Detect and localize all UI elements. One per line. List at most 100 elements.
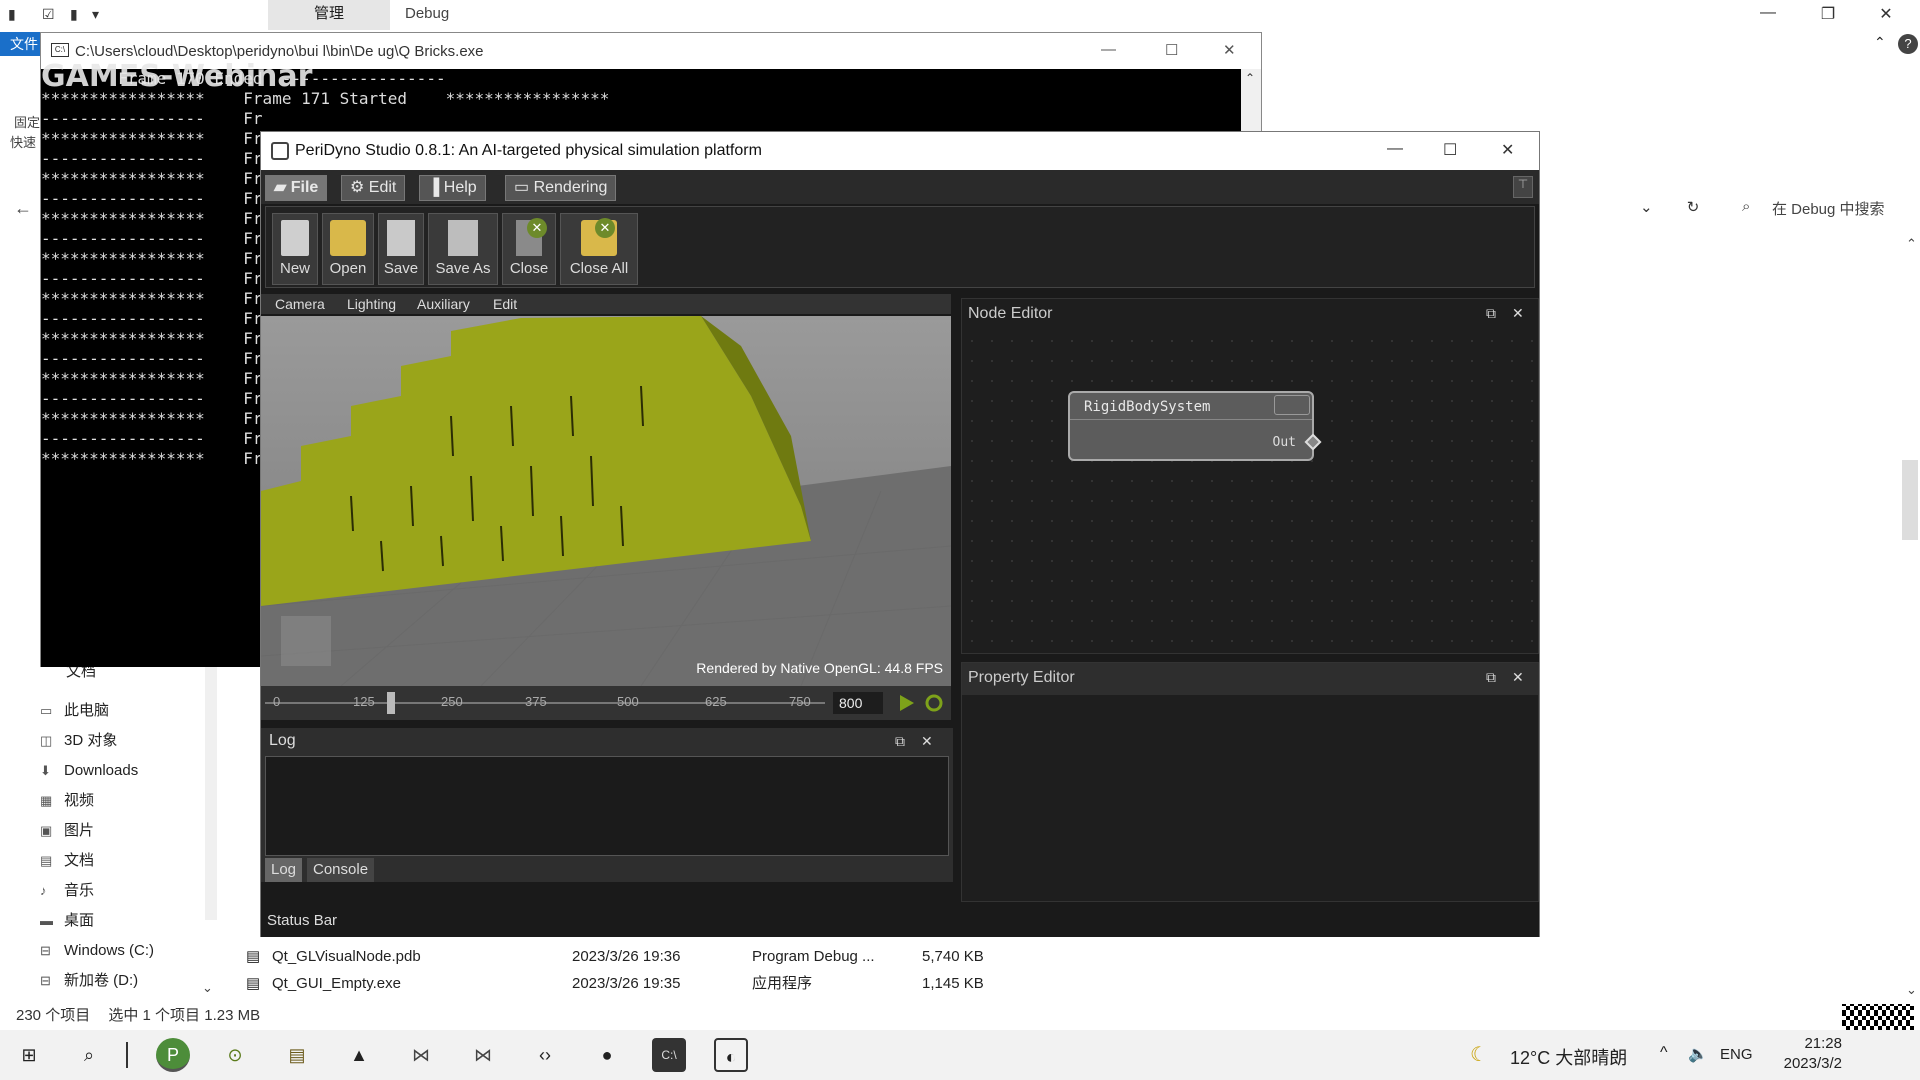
table-row[interactable]: ▤ Qt_GLVisualNode.pdb 2023/3/26 19:36 Pr… [246, 944, 1046, 970]
clock[interactable]: 21:28 2023/3/2 [1780, 1034, 1842, 1074]
save-as-button[interactable]: Save As [428, 213, 498, 285]
chevron-up-icon[interactable]: ^ [1660, 1044, 1668, 1062]
quick-access-icon[interactable]: ▮ [8, 6, 16, 23]
terminal-icon[interactable]: C:\ [652, 1038, 686, 1072]
viewport-menu-edit[interactable]: Edit [493, 294, 517, 314]
play-icon[interactable] [895, 692, 917, 714]
sidebar-item-music[interactable]: ♪ 音乐 [40, 877, 94, 905]
new-button[interactable]: New [272, 213, 318, 285]
peridyno-titlebar[interactable]: PeriDyno Studio 0.8.1: An AI-targeted ph… [261, 132, 1539, 170]
tick-label: 750 [789, 694, 811, 709]
close-icon[interactable]: ✕ [1501, 140, 1514, 160]
item-count: 230 个项目 [16, 1007, 91, 1024]
open-button[interactable]: Open [322, 213, 374, 285]
help-book-icon: ▐ [428, 179, 444, 196]
menu-rendering[interactable]: ▭ Rendering [505, 175, 617, 201]
powerpoint-icon[interactable]: P [156, 1038, 190, 1072]
menu-file[interactable]: ▰ File [265, 175, 328, 201]
close-badge-icon: ✕ [527, 218, 547, 238]
reset-icon[interactable] [923, 692, 945, 714]
language-indicator[interactable]: ENG [1720, 1046, 1753, 1063]
timeline-handle[interactable] [387, 692, 395, 714]
close-icon[interactable]: ✕ [921, 728, 933, 754]
sidebar-item-downloads[interactable]: ⬇ Downloads [40, 757, 138, 785]
node-toggle-icon[interactable] [1274, 395, 1310, 415]
weather-label[interactable]: 12°C 大部晴朗 [1510, 1044, 1627, 1070]
close-icon[interactable]: ✕ [1512, 669, 1524, 686]
sidebar-item-drive-c[interactable]: ⊟ Windows (C:) [40, 937, 154, 965]
folder-icon[interactable]: ▮ [70, 6, 78, 23]
visual-studio-2-icon[interactable]: ⋈ [466, 1038, 500, 1072]
peridyno-window[interactable]: PeriDyno Studio 0.8.1: An AI-targeted ph… [260, 131, 1540, 937]
output-port-icon[interactable] [1304, 433, 1322, 451]
right-scrollbar[interactable] [1902, 460, 1918, 540]
sidebar-item-pictures[interactable]: ▣ 图片 [40, 817, 94, 845]
peridyno-icon[interactable]: ◐ [714, 1038, 748, 1072]
node-canvas[interactable]: RigidBodySystem Out [962, 331, 1538, 651]
menu-label: File [290, 179, 319, 196]
task-view-icon[interactable] [126, 1042, 128, 1068]
file-explorer-icon[interactable]: ▤ [280, 1038, 314, 1072]
help-icon[interactable]: ? [1898, 34, 1918, 54]
selection-info: 选中 1 个项目 1.23 MB [108, 1007, 261, 1024]
table-row[interactable]: ▤ Qt_GUI_Empty.exe 2023/3/26 19:35 应用程序 … [246, 971, 1046, 997]
maximize-icon[interactable]: ☐ [1443, 140, 1457, 160]
tab-log[interactable]: Log [265, 858, 303, 882]
visual-studio-icon[interactable]: ⋈ [404, 1038, 438, 1072]
sidebar-item-videos[interactable]: ▦ 视频 [40, 787, 94, 815]
volume-icon[interactable]: 🔈 [1688, 1044, 1708, 1064]
render-viewport[interactable]: Rendered by Native OpenGL: 44.8 FPS [261, 316, 951, 686]
media-icon[interactable]: ● [590, 1038, 624, 1072]
close-icon[interactable]: ✕ [1866, 4, 1906, 24]
minimize-icon[interactable]: — [1748, 4, 1788, 22]
viewport-menu-auxiliary[interactable]: Auxiliary [417, 294, 470, 314]
timeline[interactable]: 0 125 250 375 500 625 750 800 [261, 686, 951, 720]
sidebar-scroll-down-icon[interactable]: ⌄ [202, 980, 213, 996]
maximize-icon[interactable]: ☐ [1165, 41, 1178, 59]
tab-manage[interactable]: 管理 [268, 0, 390, 30]
time-label: 21:28 [1804, 1035, 1842, 1052]
windows-start-icon[interactable]: ⊞ [12, 1038, 46, 1072]
viewport-menu-camera[interactable]: Camera [275, 294, 325, 314]
obs-icon[interactable]: ⊙ [218, 1038, 252, 1072]
viewport-menu-lighting[interactable]: Lighting [347, 294, 396, 314]
close-icon[interactable]: ✕ [1223, 41, 1236, 59]
refresh-icon[interactable]: ↻ [1687, 199, 1700, 216]
search-input[interactable]: 在 Debug 中搜索 [1772, 198, 1885, 219]
float-icon[interactable]: ⧉ [1486, 305, 1496, 322]
code-icon[interactable]: ‹› [528, 1038, 562, 1072]
close-all-button[interactable]: ✕ Close All [560, 213, 638, 285]
float-icon[interactable]: ⧉ [895, 728, 905, 754]
tab-console[interactable]: Console [307, 858, 375, 882]
app-a-icon[interactable]: ▲ [342, 1038, 376, 1072]
menu-help[interactable]: ▐ Help [419, 175, 486, 201]
checkbox-icon[interactable]: ☑ [42, 6, 55, 23]
sidebar-item-this-pc[interactable]: ▭ 此电脑 [40, 697, 109, 725]
close-icon[interactable]: ✕ [1512, 305, 1524, 322]
menu-more-icon[interactable]: ⊤ [1513, 176, 1533, 198]
restore-icon[interactable]: ❐ [1808, 4, 1848, 24]
chevron-up-icon[interactable]: ⌃ [1874, 34, 1886, 51]
sidebar-item-drive-d[interactable]: ⊟ 新加卷 (D:) [40, 967, 138, 995]
dropdown-icon[interactable]: ▾ [92, 6, 99, 23]
sidebar-item-3d[interactable]: ◫ 3D 对象 [40, 727, 117, 755]
scroll-up-icon[interactable]: ⌃ [1906, 236, 1917, 252]
scroll-up-icon[interactable]: ⌃ [1245, 71, 1255, 85]
frame-count-field[interactable]: 800 [833, 692, 883, 714]
back-arrow-icon[interactable]: ← [14, 198, 32, 219]
search-icon[interactable]: ⌕ [72, 1038, 106, 1072]
minimize-icon[interactable]: — [1101, 41, 1116, 58]
new-file-icon [281, 220, 309, 256]
node-port-label: Out [1272, 435, 1296, 450]
minimize-icon[interactable]: — [1387, 140, 1403, 158]
chevron-down-icon[interactable]: ⌄ [1640, 199, 1653, 216]
close-button[interactable]: ✕ Close [502, 213, 556, 285]
sidebar-item-docs[interactable]: ▤ 文档 [40, 847, 94, 875]
node-rigidbodysystem[interactable]: RigidBodySystem Out [1068, 391, 1322, 461]
menu-edit[interactable]: ⚙ Edit [341, 175, 406, 201]
log-output[interactable] [265, 756, 949, 856]
float-icon[interactable]: ⧉ [1486, 669, 1496, 686]
sidebar-item-desktop[interactable]: ▬ 桌面 [40, 907, 94, 935]
scroll-down-icon[interactable]: ⌄ [1906, 982, 1917, 998]
save-button[interactable]: Save [378, 213, 424, 285]
